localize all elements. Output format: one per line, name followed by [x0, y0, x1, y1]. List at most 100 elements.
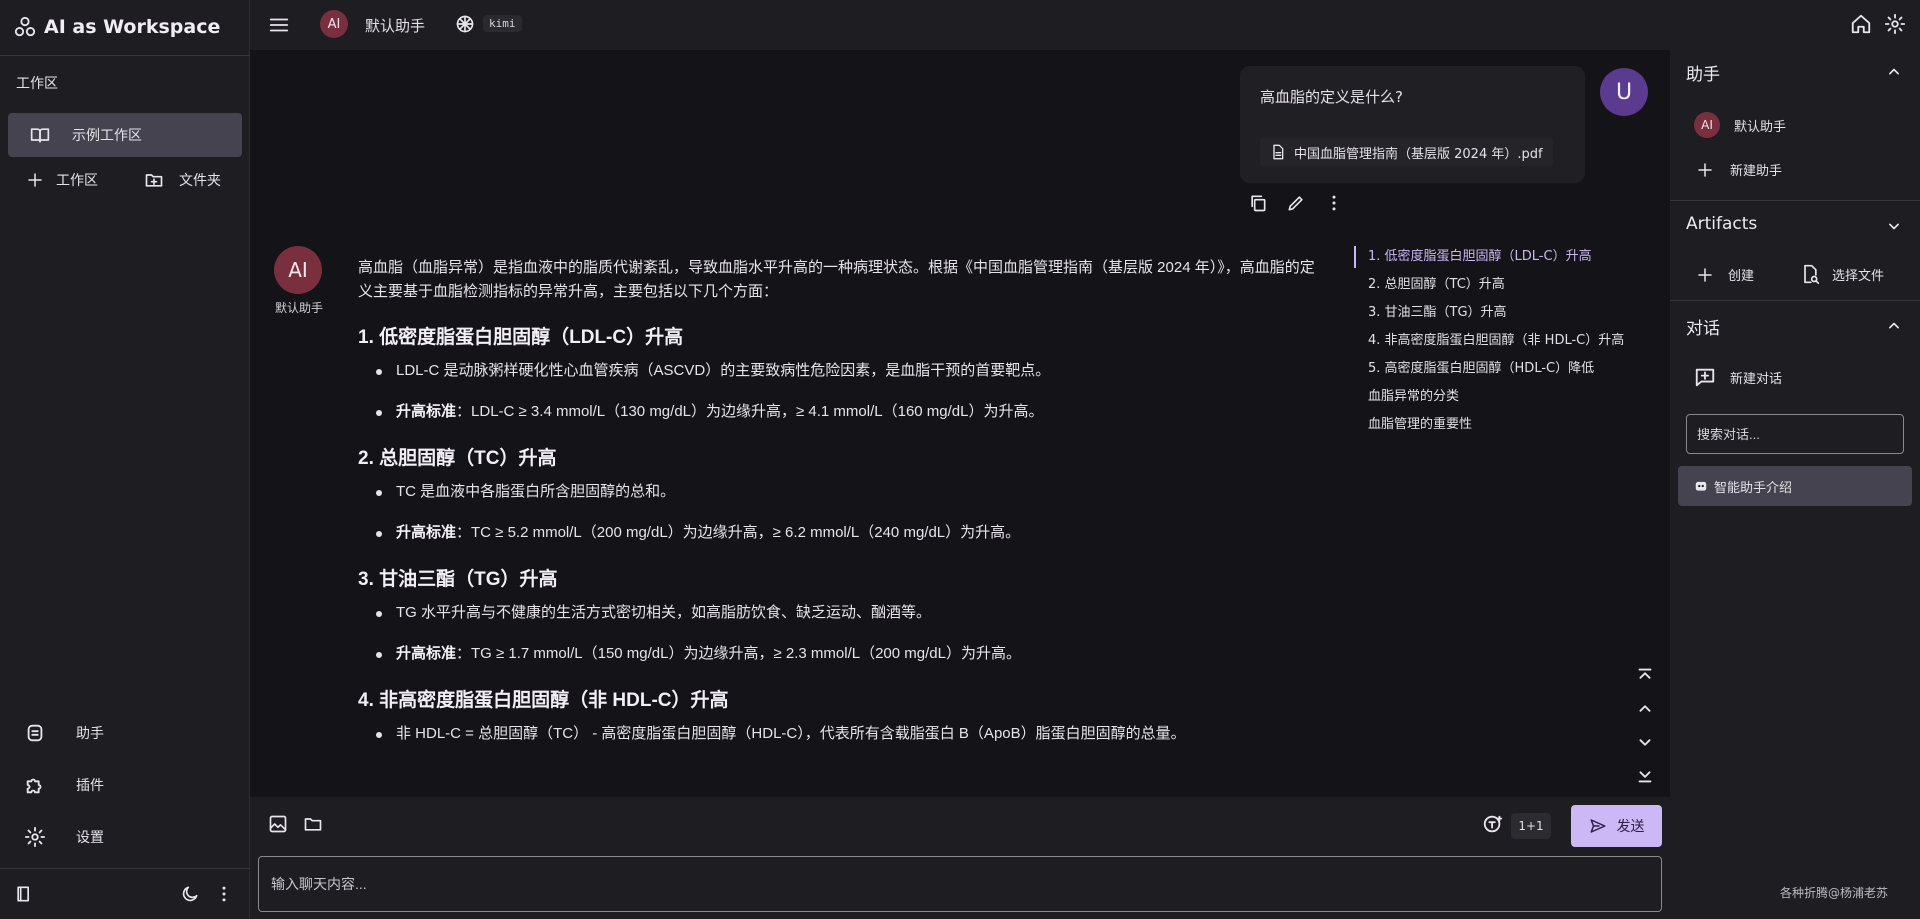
workspace-heading: 工作区: [16, 76, 58, 92]
assistant-item-label: 默认助手: [1734, 119, 1787, 135]
add-workspace-label: 工作区: [56, 173, 98, 189]
attachment-chip[interactable]: 中国血脂管理指南（基层版 2024 年）.pdf: [1260, 138, 1553, 166]
menu-icon[interactable]: [268, 14, 290, 36]
conversation-search-input[interactable]: [1686, 414, 1904, 454]
list-item: LDL-C 是动脉粥样硬化性心血管疾病（ASCVD）的主要致病性危险因素，是血脂…: [372, 361, 1318, 381]
divider: [0, 55, 250, 56]
section-heading: 4. 非高密度脂蛋白胆固醇（非 HDL-C）升高: [358, 690, 729, 711]
nav-plugins-label: 插件: [76, 778, 104, 794]
new-assistant-button[interactable]: 新建助手: [1696, 160, 1782, 179]
toc-item-active[interactable]: 1. 低密度脂蛋白胆固醇（LDL-C）升高: [1354, 246, 1654, 268]
model-chip[interactable]: kimi: [483, 15, 522, 32]
settings-icon[interactable]: [1884, 13, 1906, 35]
criteria-label: 升高标准: [396, 524, 457, 541]
conversation-item[interactable]: 智能助手介绍: [1678, 466, 1912, 506]
image-icon[interactable]: [268, 814, 288, 834]
user-avatar: U: [1600, 68, 1648, 116]
more-vertical-icon[interactable]: [214, 884, 234, 904]
plus-icon: [26, 171, 44, 189]
chat-plus-icon: [1694, 366, 1716, 388]
send-label: 发送: [1616, 819, 1645, 835]
section-list: LDL-C 是动脉粥样硬化性心血管疾病（ASCVD）的主要致病性危险因素，是血脂…: [358, 361, 1318, 422]
new-assistant-label: 新建助手: [1730, 164, 1783, 179]
nav-settings[interactable]: 设置: [24, 826, 104, 848]
divider: [1670, 300, 1920, 301]
bot-answer: 高血脂（血脂异常）是指血液中的脂质代谢紊乱，导致血脂水平升高的一种病理状态。根据…: [358, 256, 1318, 786]
file-icon: [1270, 143, 1286, 161]
assistant-section-title: 助手: [1686, 65, 1720, 85]
section-list: TG 水平升高与不健康的生活方式密切相关，如高脂肪饮食、缺乏运动、酗酒等。 升高…: [358, 603, 1318, 664]
home-icon[interactable]: [1850, 13, 1872, 35]
section-heading: 2. 总胆固醇（TC）升高: [358, 448, 557, 469]
file-search-icon: [1800, 263, 1820, 285]
scroll-bottom-icon[interactable]: [1634, 764, 1658, 786]
composer-toolbar: [250, 797, 1670, 852]
book-open-icon: [30, 125, 50, 145]
robot-face-icon: [1694, 479, 1708, 493]
choose-file-button[interactable]: 选择文件: [1800, 263, 1884, 285]
puzzle-icon: [24, 774, 46, 796]
plus-icon: [1696, 161, 1714, 179]
moon-icon[interactable]: [180, 884, 200, 904]
list-item: TC 是血液中各脂蛋白所含胆固醇的总和。: [372, 482, 1318, 502]
book-icon[interactable]: [14, 884, 34, 904]
robot-icon: [24, 722, 46, 744]
workspace-item-active[interactable]: 示例工作区: [8, 113, 242, 157]
edit-icon[interactable]: [1286, 193, 1306, 213]
chevron-up-icon[interactable]: [1884, 316, 1904, 336]
toc-item[interactable]: 4. 非高密度脂蛋白胆固醇（非 HDL-C）升高: [1354, 330, 1654, 358]
toc-item[interactable]: 5. 高密度脂蛋白胆固醇（HDL-C）降低: [1354, 358, 1654, 386]
criteria-label: 升高标准: [396, 403, 457, 420]
toc-item[interactable]: 血脂管理的重要性: [1354, 414, 1654, 442]
list-item: 非 HDL-C = 总胆固醇（TC） - 高密度脂蛋白胆固醇（HDL-C），代表…: [372, 724, 1318, 744]
chevron-down-icon[interactable]: [1884, 216, 1904, 236]
toc-item[interactable]: 血脂异常的分类: [1354, 386, 1654, 414]
assistant-avatar: AI: [320, 10, 348, 38]
criteria-text: ：TG ≥ 1.7 mmol/L（150 mg/dL）为边缘升高，≥ 2.3 m…: [456, 645, 1021, 662]
artifacts-section-title: Artifacts: [1686, 214, 1758, 234]
section-list: 非 HDL-C = 总胆固醇（TC） - 高密度脂蛋白胆固醇（HDL-C），代表…: [358, 724, 1318, 744]
assistant-item[interactable]: AI 默认助手: [1694, 112, 1786, 138]
toc-item[interactable]: 2. 总胆固醇（TC）升高: [1354, 274, 1654, 302]
message-actions: [1248, 193, 1344, 213]
assistant-avatar: AI: [1694, 112, 1720, 138]
bot-name: 默认助手: [274, 301, 323, 315]
watermark: 各种折腾@杨浦老苏: [1780, 886, 1889, 900]
ratio-chip[interactable]: 1+1: [1511, 813, 1551, 839]
chevron-up-icon[interactable]: [1884, 62, 1904, 82]
list-item: TG 水平升高与不健康的生活方式密切相关，如高脂肪饮食、缺乏运动、酗酒等。: [372, 603, 1318, 623]
app-title: AI as Workspace: [44, 16, 221, 38]
new-conversation-button[interactable]: 新建对话: [1694, 366, 1782, 388]
chevron-up-icon[interactable]: [1634, 698, 1658, 720]
top-bar: AI 默认助手 kimi: [250, 0, 1920, 50]
user-message: 高血脂的定义是什么? 中国血脂管理指南（基层版 2024 年）.pdf: [1240, 66, 1585, 183]
table-of-contents: 1. 低密度脂蛋白胆固醇（LDL-C）升高 2. 总胆固醇（TC）升高 3. 甘…: [1354, 246, 1654, 442]
copy-icon[interactable]: [1248, 193, 1268, 213]
logo-icon: [14, 16, 36, 38]
assistant-name[interactable]: 默认助手: [365, 15, 425, 36]
attachment-name: 中国血脂管理指南（基层版 2024 年）.pdf: [1294, 146, 1543, 162]
choose-file-label: 选择文件: [1832, 268, 1885, 284]
right-sidebar: 助手 AI 默认助手 新建助手 Artifacts 创建 选择文件 对话 新建对…: [1670, 50, 1920, 919]
add-folder-label: 文件夹: [179, 173, 221, 189]
plus-icon: [1696, 266, 1714, 284]
scroll-top-icon[interactable]: [1634, 665, 1658, 687]
list-item: 升高标准：LDL-C ≥ 3.4 mmol/L（130 mg/dL）为边缘升高，…: [372, 402, 1318, 422]
add-workspace-button[interactable]: 工作区: [26, 170, 98, 190]
chat-input[interactable]: [258, 856, 1662, 912]
chevron-down-icon[interactable]: [1634, 731, 1658, 753]
criteria-text: ：LDL-C ≥ 3.4 mmol/L（130 mg/dL）为边缘升高，≥ 4.…: [456, 403, 1044, 420]
nav-assistant[interactable]: 助手: [24, 722, 104, 744]
folder-icon[interactable]: [302, 814, 324, 834]
divider: [1670, 200, 1920, 201]
translate-icon[interactable]: [1482, 813, 1504, 835]
sidebar-footer: [0, 868, 250, 919]
toc-item[interactable]: 3. 甘油三酯（TG）升高: [1354, 302, 1654, 330]
send-button[interactable]: 发送: [1571, 805, 1662, 847]
create-artifact-button[interactable]: 创建: [1696, 265, 1754, 284]
nav-plugins[interactable]: 插件: [24, 774, 104, 796]
add-folder-button[interactable]: 文件夹: [143, 170, 221, 190]
more-vertical-icon[interactable]: [1324, 193, 1344, 213]
new-conversation-label: 新建对话: [1730, 371, 1783, 387]
send-icon: [1589, 817, 1607, 835]
